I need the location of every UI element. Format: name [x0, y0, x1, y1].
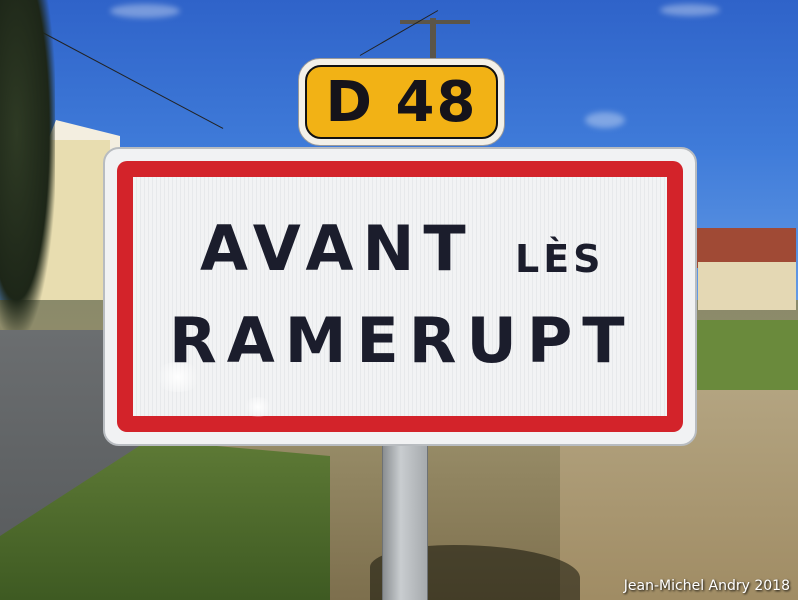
- cloud: [585, 112, 625, 128]
- town-name-line2: RAMERUPT: [169, 304, 635, 377]
- light-glare: [243, 397, 273, 417]
- route-plate-panel: D 48: [305, 65, 498, 139]
- photo-scene: D 48 AVANT LÈS RAMERUPT Jean-Michel Andr…: [0, 0, 798, 600]
- tree: [0, 0, 55, 330]
- sign-post: [382, 442, 428, 600]
- route-plate: D 48: [298, 58, 505, 146]
- utility-pole-arm: [400, 20, 470, 24]
- house-right: [698, 262, 796, 310]
- town-name-connector: LÈS: [515, 237, 605, 281]
- photo-credit: Jean-Michel Andry 2018: [623, 578, 790, 594]
- cloud: [110, 4, 180, 18]
- route-number: D 48: [325, 69, 478, 135]
- town-name-line1: AVANT: [200, 212, 475, 285]
- sign-red-border: [117, 161, 683, 432]
- cloud: [660, 4, 720, 16]
- grass-patch: [690, 320, 798, 390]
- town-entry-sign: AVANT LÈS RAMERUPT: [103, 147, 697, 446]
